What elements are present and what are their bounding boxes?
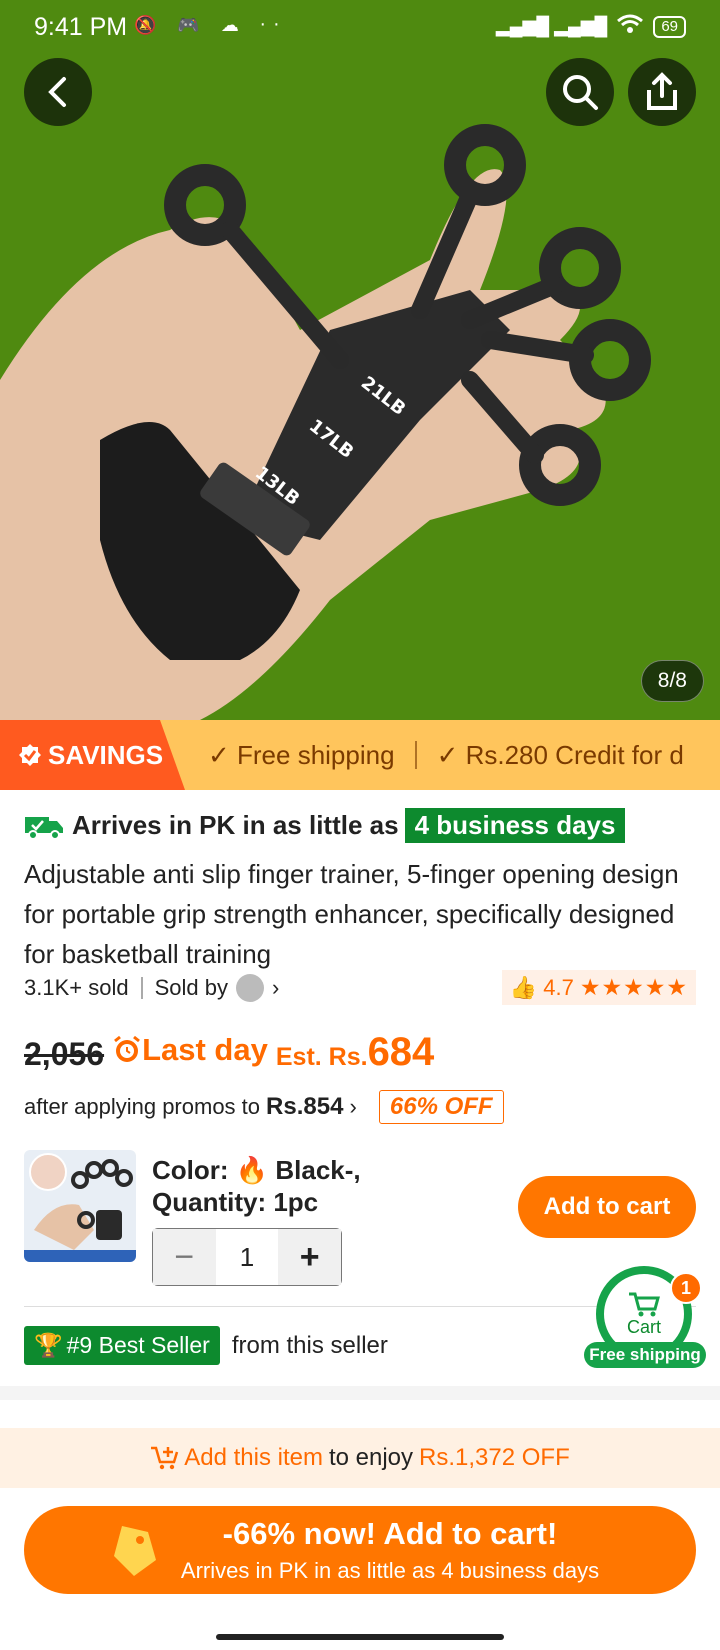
best-seller-row[interactable]: 🏆 #9 Best Seller from this seller [24, 1326, 388, 1365]
add-to-cart-icon [151, 1446, 179, 1470]
chevron-right-icon: › [343, 1094, 357, 1119]
chevron-left-icon [48, 77, 66, 107]
savings-item-credit: Rs.280 Credit for d [465, 739, 684, 770]
delivery-text: Arrives in PK in as little as [72, 810, 399, 840]
status-bar: 9:41 PM 🔕 🎮 ☁ ‧‧ ▂▄▆█ ▂▄▆█ 69 [0, 0, 720, 54]
savings-bar[interactable]: SAVINGS ✓ Free shipping ✓ Rs.280 Credit … [0, 720, 720, 790]
search-icon [563, 75, 598, 110]
check-icon: ✓ [436, 739, 466, 770]
product-title: Adjustable anti slip finger trainer, 5-f… [24, 859, 679, 969]
back-button[interactable] [24, 58, 92, 126]
promo-banner-action: Add this item [184, 1444, 323, 1471]
variant-thumbnail[interactable] [24, 1150, 136, 1262]
promo-price: Rs.854 [266, 1093, 344, 1120]
estimated-price: 684 [367, 1030, 435, 1074]
delivery-info: Arrives in PK in as little as 4 business… [24, 808, 626, 843]
sales-meta: 3.1K+ sold Sold by › [24, 974, 279, 1002]
promo-row[interactable]: after applying promos to Rs.854 › 66% OF… [24, 1090, 504, 1124]
last-day-label: Last day [112, 1032, 268, 1068]
thumbs-up-icon: 👍 [509, 974, 538, 1000]
promo-text: after applying promos to [24, 1094, 261, 1119]
status-time: 9:41 PM [34, 13, 128, 41]
promo-banner-middle: to enjoy [328, 1444, 414, 1471]
section-separator [0, 1386, 720, 1400]
main-add-to-cart-button[interactable]: -66% now! Add to cart! Arrives in PK in … [24, 1506, 696, 1594]
wifi-icon [617, 14, 644, 39]
rating-badge[interactable]: 👍 4.7 ★★★★★ [501, 970, 696, 1005]
signal-icon: ▂▄▆█ ▂▄▆█ [495, 16, 608, 36]
price-row: 2,056 Last day Est. Rs. 684 [24, 1030, 434, 1075]
sold-count: 3.1K+ sold [24, 975, 129, 1000]
quantity-stepper: − 1 + [152, 1228, 342, 1286]
original-price: 2,056 [24, 1036, 105, 1072]
savings-tag: SAVINGS [0, 720, 185, 790]
battery-icon: 69 [653, 15, 686, 38]
savings-item-free-shipping: Free shipping [237, 739, 395, 770]
best-seller-badge: 🏆 #9 Best Seller [24, 1326, 220, 1365]
best-seller-text: from this seller [231, 1331, 388, 1359]
cart-free-shipping-label: Free shipping [584, 1342, 706, 1368]
share-button[interactable] [628, 58, 696, 126]
trophy-icon: 🏆 [34, 1332, 63, 1358]
check-icon: ✓ [208, 739, 238, 770]
savings-items: ✓ Free shipping ✓ Rs.280 Credit for d [208, 720, 684, 790]
promo-banner-discount: Rs.1,372 OFF [419, 1444, 570, 1471]
delivery-truck-icon [25, 816, 63, 840]
image-counter: 8/8 [640, 660, 704, 702]
quantity-value[interactable]: 1 [216, 1229, 279, 1285]
product-photo: 21LB 17LB 13LB [0, 124, 651, 720]
sold-by-label[interactable]: Sold by [155, 975, 228, 1001]
rating-value: 4.7 [543, 974, 574, 1000]
fire-icon: 🔥 [235, 1155, 269, 1185]
cart-label: Cart [626, 1316, 661, 1337]
discount-badge: 66% OFF [378, 1090, 504, 1124]
promo-banner[interactable]: Add this item to enjoy Rs.1,372 OFF [0, 1428, 720, 1488]
cta-sub-text: Arrives in PK in as little as 4 business… [180, 1558, 600, 1583]
chevron-right-icon[interactable]: › [272, 975, 279, 1001]
seller-logo-icon[interactable] [235, 974, 264, 1002]
alarm-clock-icon [114, 1035, 141, 1062]
cart-count-badge: 1 [670, 1272, 702, 1304]
variant-label[interactable]: Color: 🔥 Black-, Quantity: 1pc [152, 1154, 472, 1218]
search-button[interactable] [546, 58, 614, 126]
add-to-cart-button[interactable]: Add to cart [518, 1176, 696, 1238]
floating-cart-button[interactable]: Cart 1 Free shipping [584, 1266, 706, 1370]
savings-badge-icon [19, 744, 41, 766]
product-image-gallery[interactable]: 21LB 17LB 13LB 9:41 PM 🔕 🎮 ☁ ‧‧ ▂▄▆█ ▂▄▆… [0, 0, 720, 720]
variant-thumbnail-image [24, 1153, 136, 1262]
star-rating-icon: ★★★★★ [579, 974, 688, 1000]
decrease-quantity-button[interactable]: − [153, 1229, 216, 1285]
status-notification-icons: 🔕 🎮 ☁ ‧‧ [134, 15, 288, 35]
cta-main-text: -66% now! Add to cart! [222, 1516, 558, 1551]
share-icon [647, 72, 677, 110]
estimated-label: Est. Rs. [275, 1043, 368, 1071]
cart-icon [629, 1292, 660, 1316]
divider [140, 977, 143, 999]
home-indicator[interactable] [216, 1634, 504, 1640]
status-right-icons: ▂▄▆█ ▂▄▆█ 69 [496, 14, 686, 39]
delivery-days-badge: 4 business days [404, 808, 626, 843]
savings-label: SAVINGS [48, 739, 164, 770]
increase-quantity-button[interactable]: + [278, 1229, 342, 1285]
divider [414, 741, 417, 769]
